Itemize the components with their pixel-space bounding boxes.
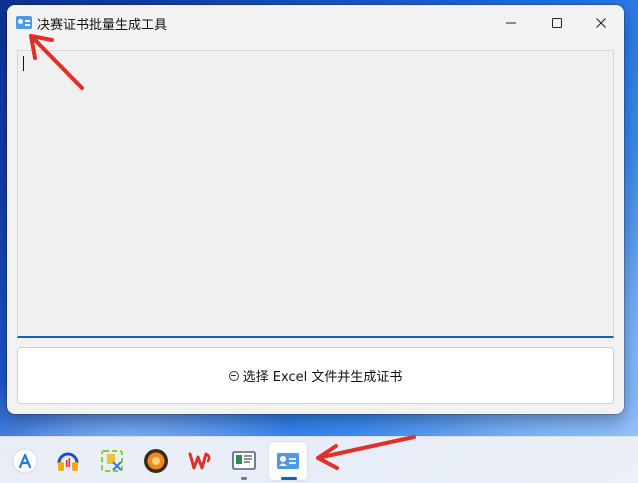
taskbar-app-store[interactable] <box>6 442 44 480</box>
close-button[interactable] <box>578 5 624 41</box>
taskbar-screen-app[interactable] <box>225 442 263 480</box>
maximize-icon <box>552 18 562 28</box>
taskbar-audio-app[interactable] <box>49 442 87 480</box>
taskbar-wps-app[interactable] <box>181 442 219 480</box>
screen-app-icon <box>232 451 256 470</box>
log-text-area[interactable] <box>17 50 614 338</box>
taskbar-orange-app[interactable] <box>137 442 175 480</box>
taskbar-certificate-tool-app[interactable] <box>269 442 307 480</box>
minimize-icon <box>506 22 516 24</box>
app-window: 决赛证书批量生成工具 选择 Excel 文件并生成证书 <box>7 5 624 414</box>
image-tools-icon <box>101 450 123 472</box>
title-bar[interactable]: 决赛证书批量生成工具 <box>7 5 624 41</box>
taskbar-image-tools-app[interactable] <box>93 442 131 480</box>
maximize-button[interactable] <box>534 5 580 41</box>
orange-circle-app-icon <box>144 449 168 473</box>
audio-headphones-icon <box>57 452 79 471</box>
certificate-card-icon <box>277 453 299 469</box>
wps-office-icon <box>188 452 211 470</box>
app-glyph-icon <box>228 370 239 381</box>
window-title: 决赛证书批量生成工具 <box>37 18 168 33</box>
select-excel-generate-label: 选择 Excel 文件并生成证书 <box>242 370 403 385</box>
select-excel-generate-button[interactable]: 选择 Excel 文件并生成证书 <box>17 347 614 404</box>
minimize-button[interactable] <box>488 5 534 41</box>
active-indicator <box>281 477 297 480</box>
app-store-icon <box>12 448 38 474</box>
text-caret <box>23 56 24 71</box>
close-icon <box>596 18 606 28</box>
certificate-card-icon[interactable] <box>16 16 32 29</box>
running-indicator <box>241 477 247 480</box>
